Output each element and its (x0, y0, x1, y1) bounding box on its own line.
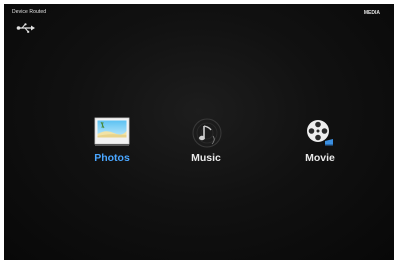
movie-label: Movie (305, 152, 335, 164)
menu-item-photos[interactable]: Photos (80, 114, 144, 178)
usb-icon (16, 21, 38, 33)
music-disc-icon (186, 114, 226, 150)
media-label: MEDIA (363, 10, 380, 16)
photos-label: Photos (94, 152, 130, 164)
music-label: Music (191, 152, 221, 164)
media-screen: Device Routed MEDIA Photos Music Movie (4, 4, 394, 260)
film-reel-icon (300, 114, 340, 150)
device-status-text: Device Routed (12, 9, 47, 15)
photo-icon (92, 114, 132, 150)
menu-item-music[interactable]: Music (174, 114, 238, 178)
menu-item-movie[interactable]: Movie (288, 114, 352, 178)
